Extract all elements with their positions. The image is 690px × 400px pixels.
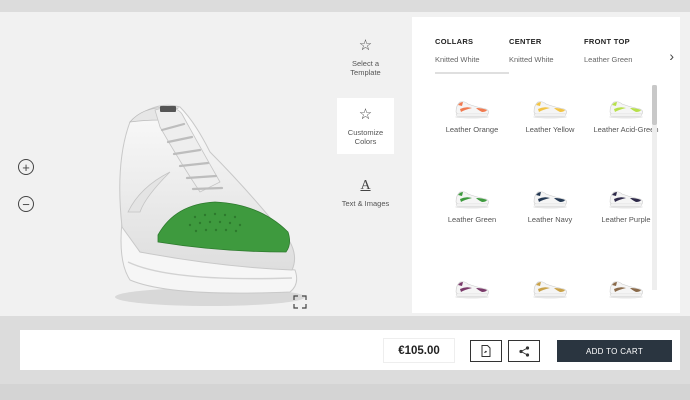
shoe-thumbnail-icon	[455, 191, 489, 209]
zoom-in-icon[interactable]: +	[18, 159, 34, 175]
swatch-label: Leather Navy	[527, 215, 573, 224]
text-icon: A	[360, 178, 371, 193]
shoe-thumbnail-icon	[609, 191, 643, 209]
shoe-thumbnail-icon	[609, 101, 643, 119]
swatch-label: Leather Acid-Green	[593, 125, 659, 134]
shoe-thumbnail-icon	[533, 281, 567, 299]
scrollbar-thumb[interactable]	[652, 85, 657, 125]
tab-collars[interactable]: COLLARS Knitted White	[435, 37, 509, 74]
tab-value: Leather Green	[584, 55, 633, 64]
tab-title: COLLARS	[435, 37, 474, 46]
purchase-bar: €105.00 ADD TO CART	[20, 330, 680, 370]
tab-center[interactable]: CENTER Knitted White	[509, 37, 554, 64]
tab-title: CENTER	[509, 37, 542, 46]
swatch-label: Leather Purple	[601, 215, 651, 224]
price-display: €105.00	[383, 338, 455, 363]
swatch-grid: Leather Orange Leather Yellow Leather Acid…	[432, 97, 660, 307]
shoe-thumbnail-icon	[609, 281, 643, 299]
shoe-thumbnail-icon	[533, 191, 567, 209]
tool-text-label: Text & Images	[341, 199, 390, 208]
tool-colors-label: Customize Colors	[347, 128, 384, 146]
tab-front-top[interactable]: FRONT TOP Leather Green	[584, 37, 632, 64]
chevron-right-icon[interactable]: ›	[669, 48, 674, 64]
tab-value: Knitted White	[509, 55, 554, 64]
shoe-thumbnail-icon	[455, 281, 489, 299]
tool-text-images[interactable]: A Text & Images	[337, 177, 394, 217]
top-bar	[0, 0, 690, 12]
star-icon: ☆	[358, 37, 373, 54]
color-swatch[interactable]: Leather Green	[432, 187, 512, 224]
tool-template-label: Select a Template	[350, 59, 381, 77]
swatch-label: Leather Orange	[445, 125, 499, 134]
tab-title: FRONT TOP	[584, 37, 630, 46]
tool-select-template[interactable]: ☆ Select a Template	[337, 37, 394, 81]
shoe-thumbnail-icon	[455, 101, 489, 119]
shoe-thumbnail-icon	[533, 101, 567, 119]
footer-strip	[0, 384, 690, 400]
fullscreen-icon[interactable]	[293, 295, 307, 309]
part-tabs: COLLARS Knitted White CENTER Knitted Whi…	[412, 17, 680, 75]
color-swatch[interactable]: Leather Yellow	[510, 97, 590, 134]
color-swatch[interactable]	[586, 277, 660, 305]
swatch-label: Leather Green	[447, 215, 497, 224]
color-swatch[interactable]: Leather Purple	[586, 187, 660, 224]
add-to-cart-button[interactable]: ADD TO CART	[557, 340, 672, 362]
color-swatch[interactable]: Leather Orange	[432, 97, 512, 134]
color-swatch[interactable]: Leather Acid-Green	[586, 97, 660, 134]
share-icon	[518, 345, 529, 357]
tool-customize-colors[interactable]: ☆ Customize Colors	[337, 98, 394, 154]
zoom-out-icon[interactable]: −	[18, 196, 34, 212]
pdf-icon	[481, 345, 491, 357]
color-swatch[interactable]	[510, 277, 590, 305]
swatch-label: Leather Yellow	[525, 125, 575, 134]
swatch-scrollbar[interactable]	[652, 85, 657, 290]
star-icon: ☆	[358, 106, 373, 123]
color-swatch[interactable]	[432, 277, 512, 305]
color-swatch[interactable]: Leather Navy	[510, 187, 590, 224]
tab-value: Knitted White	[435, 55, 480, 64]
shoe-preview[interactable]	[100, 92, 310, 317]
share-button[interactable]	[508, 340, 540, 362]
color-panel: COLLARS Knitted White CENTER Knitted Whi…	[412, 17, 680, 313]
pdf-button[interactable]	[470, 340, 502, 362]
